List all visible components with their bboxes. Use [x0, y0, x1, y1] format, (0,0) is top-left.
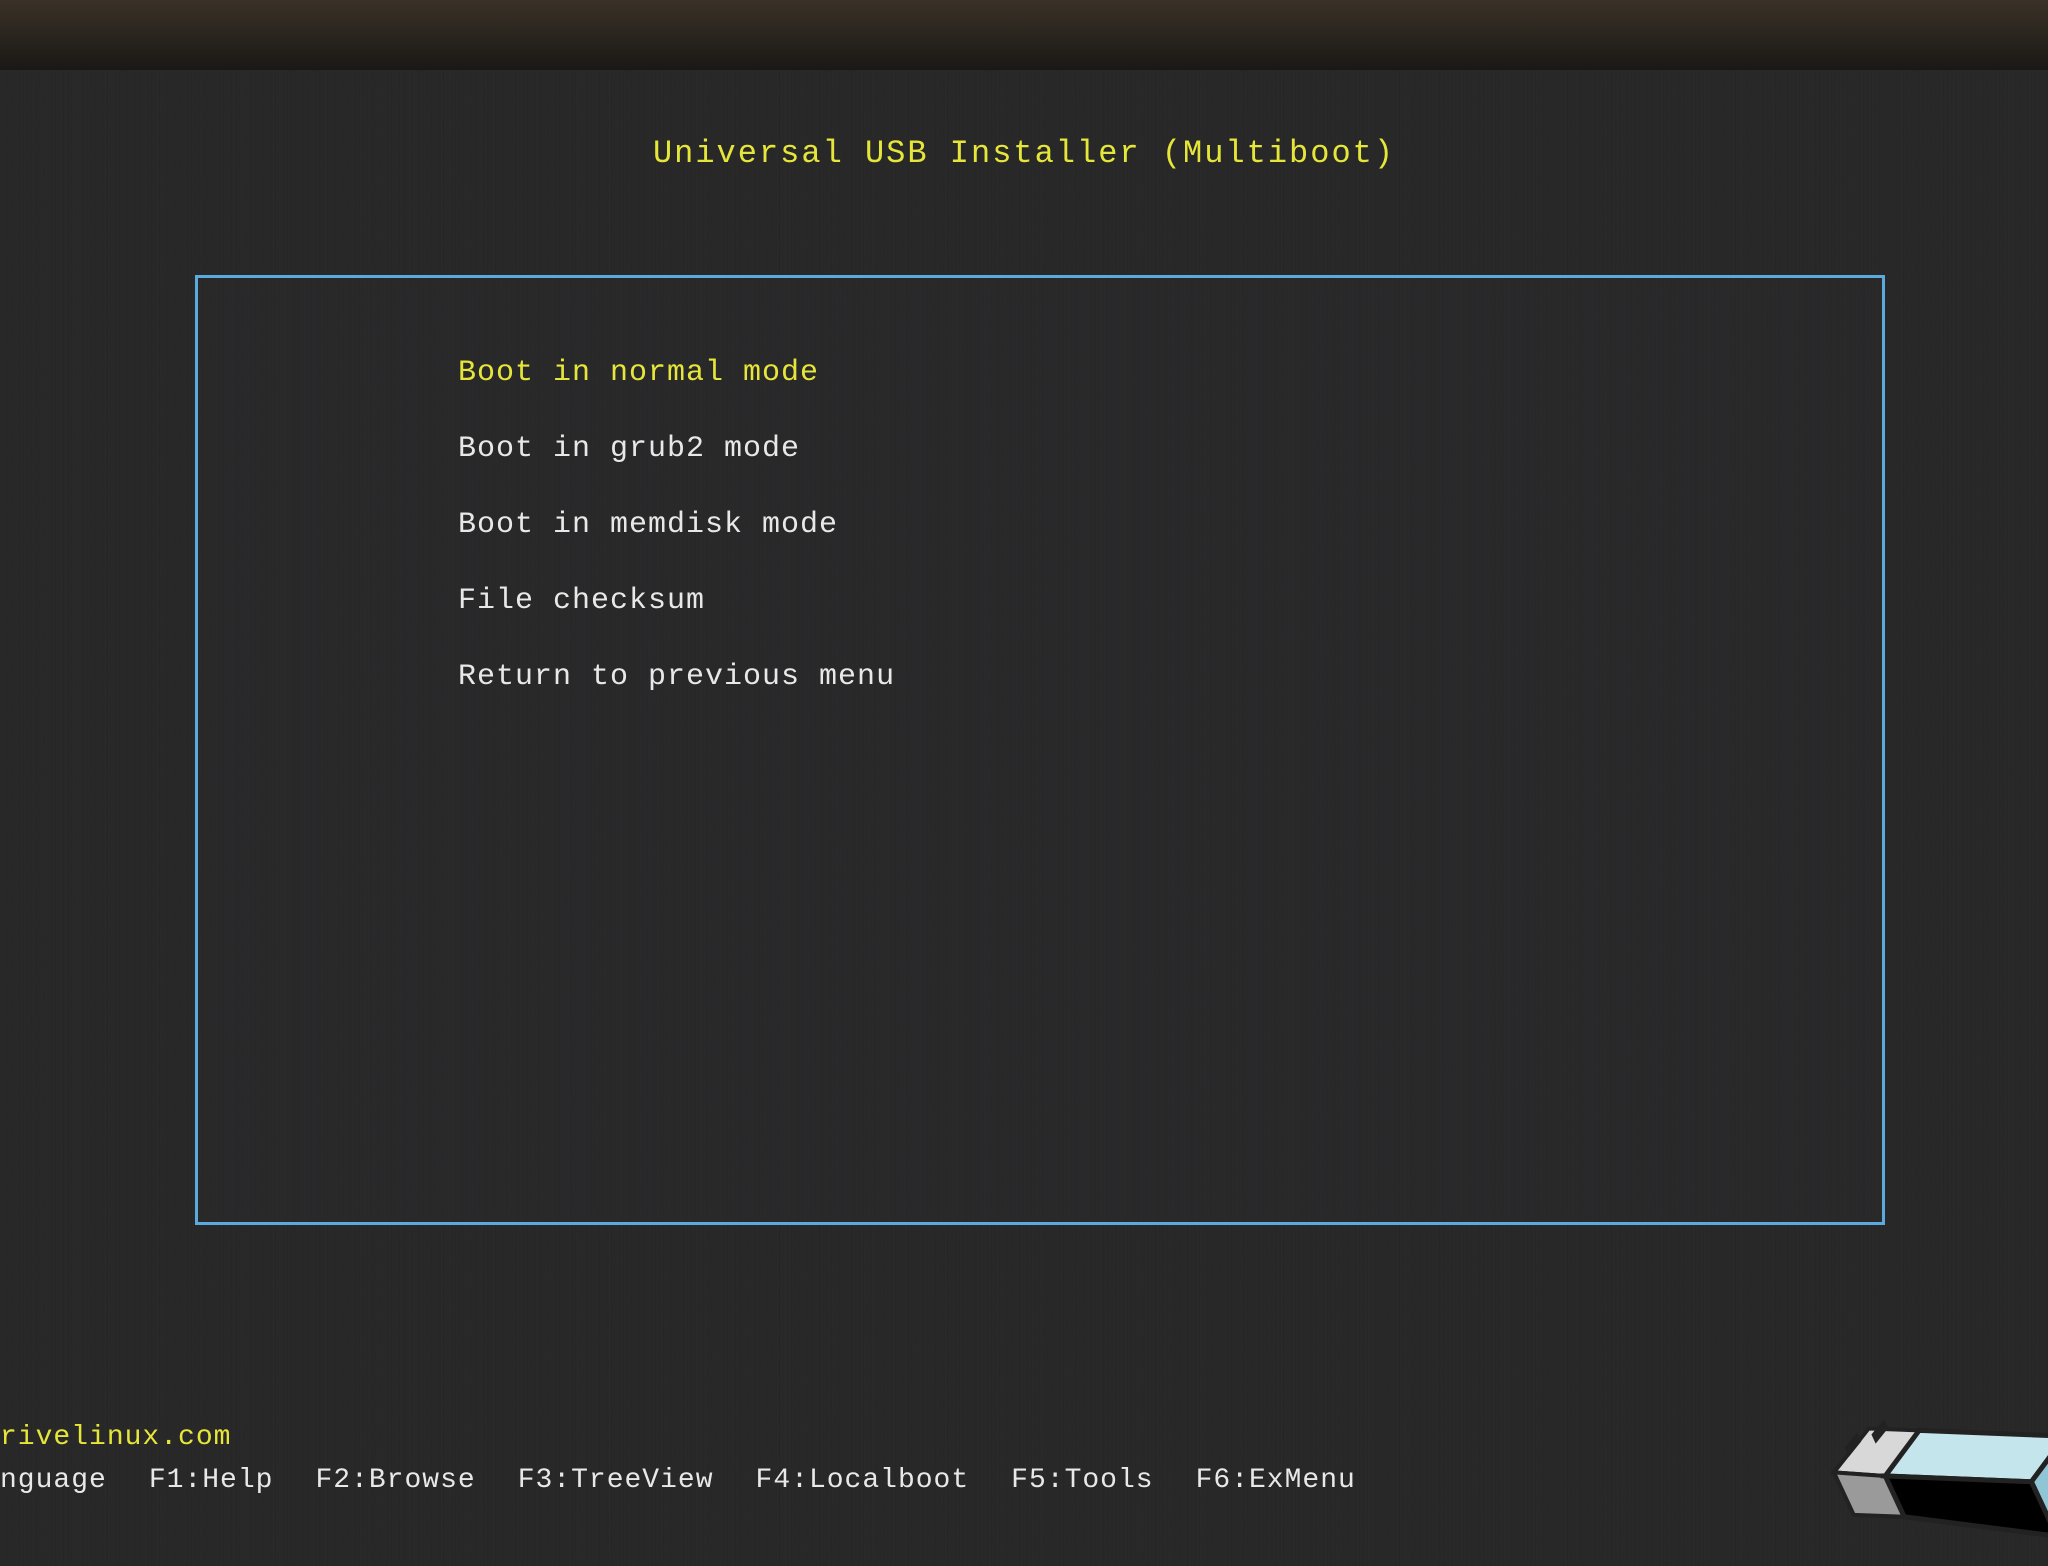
hotkey-browse[interactable]: F2:Browse	[315, 1465, 475, 1496]
hotkey-treeview[interactable]: F3:TreeView	[518, 1465, 714, 1496]
footer-bar: rivelinux.com nguage F1:Help F2:Browse F…	[0, 1422, 1356, 1496]
menu-item-boot-normal[interactable]: Boot in normal mode	[458, 358, 1882, 388]
hotkey-tools[interactable]: F5:Tools	[1011, 1465, 1153, 1496]
monitor-bezel	[0, 0, 2048, 70]
menu-item-boot-memdisk[interactable]: Boot in memdisk mode	[458, 510, 1882, 540]
menu-item-file-checksum[interactable]: File checksum	[458, 586, 1882, 616]
hotkey-help[interactable]: F1:Help	[149, 1465, 274, 1496]
menu-item-return[interactable]: Return to previous menu	[458, 662, 1882, 692]
menu-item-boot-grub2[interactable]: Boot in grub2 mode	[458, 434, 1882, 464]
hotkey-exmenu[interactable]: F6:ExMenu	[1196, 1465, 1356, 1496]
footer-url: rivelinux.com	[0, 1422, 1356, 1453]
boot-menu-box: Boot in normal mode Boot in grub2 mode B…	[195, 275, 1885, 1225]
boot-menu-title: Universal USB Installer (Multiboot)	[0, 135, 2048, 172]
boot-menu-list: Boot in normal mode Boot in grub2 mode B…	[198, 278, 1882, 692]
hotkey-language[interactable]: nguage	[0, 1465, 107, 1496]
footer-hotkeys: nguage F1:Help F2:Browse F3:TreeView F4:…	[0, 1465, 1356, 1496]
usb-drive-icon	[1808, 1346, 2048, 1566]
hotkey-localboot[interactable]: F4:Localboot	[756, 1465, 970, 1496]
